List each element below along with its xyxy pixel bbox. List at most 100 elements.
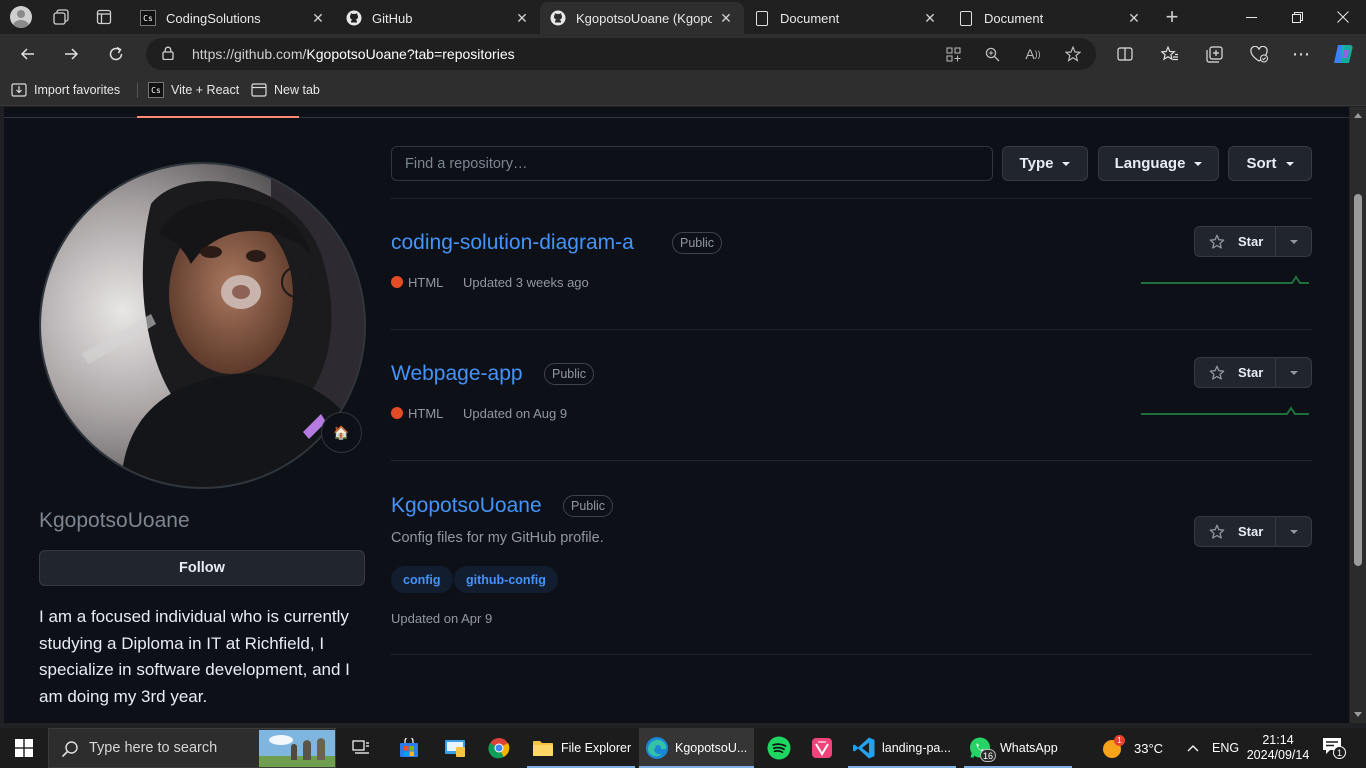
- language-color-dot: [391, 407, 403, 419]
- vscode-icon: [852, 736, 876, 760]
- close-tab-icon[interactable]: ✕: [514, 10, 530, 27]
- scroll-up-icon[interactable]: [1354, 113, 1362, 118]
- taskbar-app-vscode[interactable]: landing-pa...: [848, 728, 956, 768]
- chrome-icon[interactable]: [484, 728, 514, 768]
- repo-updated: Updated 3 weeks ago: [463, 275, 589, 290]
- star-button[interactable]: Star: [1195, 358, 1276, 387]
- design-app-icon[interactable]: [807, 728, 837, 768]
- folder-icon: [531, 736, 555, 760]
- tab-document-2[interactable]: Document ✕: [948, 2, 1152, 34]
- weather-alert-badge: 1: [1114, 735, 1125, 746]
- forward-icon[interactable]: [55, 39, 87, 69]
- zoom-icon[interactable]: [981, 44, 1003, 64]
- repo-name-link[interactable]: Webpage-app: [391, 362, 523, 386]
- divider: [391, 198, 1312, 199]
- username: KgopotsoUoane: [39, 509, 190, 532]
- taskbar-app-edge[interactable]: KgopotsoU...: [639, 728, 754, 768]
- address-bar[interactable]: https://github.com/KgopotsoUoane?tab=rep…: [146, 38, 1096, 70]
- notification-center-icon[interactable]: 1: [1322, 728, 1346, 768]
- control-panel-icon[interactable]: [440, 728, 470, 768]
- star-list-dropdown[interactable]: [1276, 227, 1311, 256]
- taskbar-app-label: WhatsApp: [1000, 741, 1058, 755]
- document-favicon: [958, 10, 974, 26]
- clock[interactable]: 21:14 2024/09/14: [1247, 728, 1310, 768]
- repo-name-link[interactable]: KgopotsoUoane: [391, 494, 542, 518]
- scroll-thumb[interactable]: [1354, 194, 1362, 566]
- split-screen-icon[interactable]: [1112, 42, 1138, 66]
- tab-codingsolutions[interactable]: Cs CodingSolutions ✕: [130, 2, 336, 34]
- taskbar-app-whatsapp[interactable]: 16 WhatsApp: [964, 728, 1072, 768]
- close-tab-icon[interactable]: ✕: [718, 10, 734, 27]
- divider: [391, 654, 1312, 655]
- repo-language: HTML: [408, 275, 444, 290]
- refresh-icon[interactable]: [100, 39, 132, 69]
- read-aloud-icon[interactable]: A)): [1022, 44, 1044, 64]
- star-label: Star: [1238, 524, 1264, 539]
- spotify-icon[interactable]: [764, 728, 794, 768]
- type-filter-label: Type: [1019, 155, 1054, 172]
- tab-github[interactable]: GitHub ✕: [336, 2, 540, 34]
- favorites-icon[interactable]: [1157, 42, 1183, 66]
- star-button-group: Star: [1194, 226, 1312, 257]
- close-tab-icon[interactable]: ✕: [310, 10, 326, 27]
- find-repository-input[interactable]: [391, 146, 993, 181]
- chevron-down-icon: [1289, 529, 1298, 534]
- topic-tag[interactable]: config: [391, 566, 453, 593]
- microsoft-store-icon[interactable]: [394, 728, 424, 768]
- page-scrollbar[interactable]: [1350, 107, 1366, 723]
- close-tab-icon[interactable]: ✕: [922, 10, 938, 27]
- taskbar-app-file-explorer[interactable]: File Explorer: [527, 728, 635, 768]
- language-color-dot: [391, 276, 403, 288]
- windows-taskbar: Type here to search File Explorer Kgopot…: [0, 728, 1366, 768]
- type-filter-button[interactable]: Type: [1002, 146, 1088, 181]
- favorite-star-icon[interactable]: [1062, 44, 1084, 64]
- follow-button[interactable]: Follow: [39, 550, 365, 586]
- favorite-new-tab[interactable]: New tab: [251, 81, 320, 99]
- workspaces-icon[interactable]: [46, 3, 76, 31]
- topic-tag[interactable]: github-config: [454, 566, 558, 593]
- tab-title: Document: [780, 10, 840, 26]
- repo-name-link[interactable]: coding-solution-diagram-a: [391, 231, 634, 255]
- close-tab-icon[interactable]: ✕: [1126, 10, 1142, 27]
- star-button[interactable]: Star: [1195, 227, 1276, 256]
- minimize-icon[interactable]: [1228, 0, 1274, 34]
- windows-start-icon[interactable]: [0, 728, 48, 768]
- visibility-badge: Public: [544, 363, 595, 385]
- repo-updated: Updated on Apr 9: [391, 611, 493, 626]
- status-emoji[interactable]: 🏠: [321, 412, 362, 453]
- scroll-down-icon[interactable]: [1354, 712, 1362, 717]
- new-tab-button[interactable]: +: [1157, 3, 1187, 31]
- back-icon[interactable]: [12, 39, 44, 69]
- chevron-up-icon[interactable]: [1187, 728, 1199, 768]
- collections-icon[interactable]: [1201, 42, 1227, 66]
- restore-icon[interactable]: [1274, 0, 1320, 34]
- lock-icon[interactable]: [162, 46, 174, 60]
- star-list-dropdown[interactable]: [1276, 358, 1311, 387]
- tab-document-1[interactable]: Document ✕: [744, 2, 948, 34]
- vertical-tabs-icon[interactable]: [89, 3, 119, 31]
- taskbar-search-box[interactable]: Type here to search: [48, 728, 336, 768]
- edge-icon: [645, 736, 669, 760]
- copilot-icon[interactable]: [1330, 42, 1356, 66]
- favorite-import[interactable]: Import favorites: [11, 81, 120, 99]
- browser-essentials-icon[interactable]: [1246, 42, 1272, 66]
- temperature: 33°C: [1134, 740, 1164, 756]
- settings-more-icon[interactable]: ⋯: [1288, 42, 1314, 66]
- clock-time: 21:14: [1262, 733, 1294, 747]
- tab-kgopotsouoane[interactable]: KgopotsoUoane (Kgopotso ✕: [540, 2, 744, 34]
- window-close-icon[interactable]: [1320, 0, 1366, 34]
- avatar[interactable]: [39, 162, 366, 489]
- star-list-dropdown[interactable]: [1276, 517, 1311, 546]
- app-available-icon[interactable]: [942, 44, 964, 64]
- language-filter-button[interactable]: Language: [1098, 146, 1219, 181]
- favorite-vite-react[interactable]: Cs Vite + React: [148, 81, 239, 99]
- selected-nav-indicator: [137, 116, 299, 118]
- weather-widget[interactable]: 1 33°C: [1101, 728, 1163, 768]
- sort-filter-button[interactable]: Sort: [1228, 146, 1312, 181]
- sort-filter-label: Sort: [1246, 155, 1277, 172]
- profile-avatar-icon[interactable]: [6, 3, 36, 31]
- task-view-icon[interactable]: [345, 728, 377, 768]
- input-language[interactable]: ENG: [1212, 728, 1239, 768]
- tab-title: KgopotsoUoane (Kgopotso: [576, 10, 712, 26]
- star-button[interactable]: Star: [1195, 517, 1276, 546]
